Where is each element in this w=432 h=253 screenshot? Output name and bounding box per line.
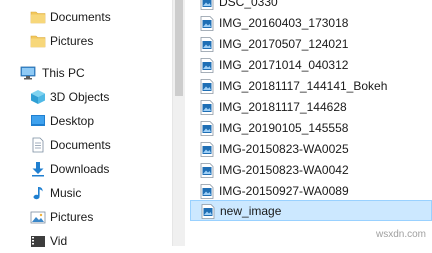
nav-item-this-pc[interactable]: This PC bbox=[0, 61, 172, 85]
nav-item-downloads[interactable]: Downloads bbox=[0, 157, 172, 181]
computer-icon bbox=[20, 66, 36, 80]
file-name: IMG-20150823-WA0042 bbox=[219, 163, 349, 177]
nav-item-music[interactable]: Music bbox=[0, 181, 172, 205]
file-item[interactable]: IMG_20171014_040312 bbox=[190, 55, 432, 76]
watermark: wsxdn.com bbox=[375, 229, 426, 240]
folder-icon bbox=[30, 35, 46, 48]
file-item[interactable]: IMG_20181117_144628 bbox=[190, 97, 432, 118]
file-item[interactable]: IMG_20190105_145558 bbox=[190, 118, 432, 139]
image-file-icon bbox=[201, 204, 215, 219]
nav-item-pictures-quick[interactable]: Pictures bbox=[0, 29, 172, 53]
image-file-icon bbox=[200, 163, 214, 178]
image-file-icon bbox=[200, 0, 214, 10]
folder-icon bbox=[30, 11, 46, 24]
image-file-icon bbox=[200, 79, 214, 94]
navigation-pane: Documents Pictures This PC 3D Objects De… bbox=[0, 0, 172, 248]
file-item[interactable]: IMG_20170507_124021 bbox=[190, 34, 432, 55]
3d-objects-icon bbox=[31, 90, 45, 104]
file-item[interactable]: IMG-20150823-WA0042 bbox=[190, 160, 432, 181]
nav-item-label: Documents bbox=[50, 138, 111, 152]
nav-item-label: Pictures bbox=[50, 34, 94, 48]
file-name: new_image bbox=[220, 204, 282, 218]
image-file-icon bbox=[200, 37, 214, 52]
file-name: DSC_0330 bbox=[219, 0, 278, 9]
nav-item-label: This PC bbox=[42, 66, 85, 80]
image-file-icon bbox=[200, 184, 214, 199]
documents-icon bbox=[32, 137, 44, 153]
file-item[interactable]: DSC_0330 bbox=[190, 0, 432, 13]
nav-item-3d-objects[interactable]: 3D Objects bbox=[0, 85, 172, 109]
nav-item-videos[interactable]: Vid bbox=[0, 229, 172, 253]
image-file-icon bbox=[200, 16, 214, 31]
desktop-icon bbox=[31, 115, 45, 126]
nav-item-label: Downloads bbox=[50, 162, 110, 176]
file-name: IMG_20181117_144628 bbox=[219, 100, 347, 114]
image-file-icon bbox=[200, 100, 214, 115]
nav-item-label: Music bbox=[50, 186, 82, 200]
file-item[interactable]: IMG-20150927-WA0089 bbox=[190, 181, 432, 202]
nav-item-pictures[interactable]: Pictures bbox=[0, 205, 172, 229]
scrollbar-thumb[interactable] bbox=[175, 0, 183, 96]
file-name: IMG-20150927-WA0089 bbox=[219, 184, 349, 198]
videos-icon bbox=[31, 236, 45, 247]
nav-item-label: 3D Objects bbox=[50, 90, 110, 104]
file-item[interactable]: IMG_20181117_144141_Bokeh bbox=[190, 76, 432, 97]
image-file-icon bbox=[200, 58, 214, 73]
file-list: DSC_0330 IMG_20160403_173018 IMG_2017050… bbox=[184, 0, 432, 246]
file-name: IMG_20171014_040312 bbox=[219, 58, 349, 72]
image-file-icon bbox=[200, 121, 214, 136]
file-name: IMG_20190105_145558 bbox=[219, 121, 349, 135]
file-item[interactable]: IMG_20160403_173018 bbox=[190, 13, 432, 34]
file-name: IMG_20160403_173018 bbox=[219, 16, 349, 30]
image-file-icon bbox=[200, 142, 214, 157]
nav-item-label: Desktop bbox=[50, 114, 95, 128]
file-item-selected[interactable]: new_image bbox=[190, 200, 432, 221]
downloads-icon bbox=[32, 162, 44, 177]
file-name: IMG_20181117_144141_Bokeh bbox=[219, 79, 388, 93]
file-name: IMG_20170507_124021 bbox=[219, 37, 349, 51]
music-icon bbox=[33, 187, 43, 200]
nav-item-label: Pictures bbox=[50, 210, 94, 224]
nav-item-documents-quick[interactable]: Documents bbox=[0, 5, 172, 29]
nav-item-documents[interactable]: Documents bbox=[0, 133, 172, 157]
file-item[interactable]: IMG-20150823-WA0025 bbox=[190, 139, 432, 160]
nav-item-desktop[interactable]: Desktop bbox=[0, 109, 172, 133]
file-name: IMG-20150823-WA0025 bbox=[219, 142, 349, 156]
nav-item-label: Documents bbox=[50, 10, 111, 24]
pictures-icon bbox=[30, 211, 46, 224]
